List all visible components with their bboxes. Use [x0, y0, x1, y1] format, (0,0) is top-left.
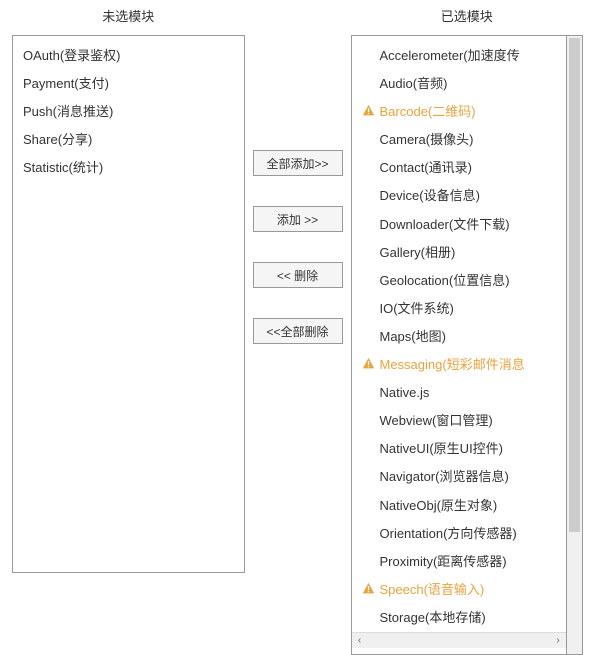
- list-item-label: IO(文件系统): [380, 301, 454, 316]
- list-item-label: Gallery(相册): [380, 245, 456, 260]
- list-item-label: Navigator(浏览器信息): [380, 469, 509, 484]
- list-item[interactable]: Audio(音频): [352, 70, 567, 98]
- selected-listbox[interactable]: Accelerometer(加速度传 Audio(音频) Barcode(二维码) C…: [351, 35, 568, 655]
- unselected-title: 未选模块: [12, 0, 245, 35]
- list-item-label: Share(分享): [23, 132, 92, 147]
- list-item-label: Accelerometer(加速度传: [380, 48, 520, 63]
- list-item[interactable]: Downloader(文件下载): [352, 211, 567, 239]
- selected-title: 已选模块: [351, 0, 584, 35]
- list-item[interactable]: IO(文件系统): [352, 295, 567, 323]
- list-item[interactable]: Device(设备信息): [352, 182, 567, 210]
- list-item-label: Audio(音频): [380, 76, 448, 91]
- list-item-label: Camera(摄像头): [380, 132, 474, 147]
- list-item[interactable]: Storage(本地存储): [352, 604, 567, 632]
- list-item[interactable]: Maps(地图): [352, 323, 567, 351]
- scroll-right-icon[interactable]: ›: [550, 632, 566, 648]
- list-item[interactable]: Proximity(距离传感器): [352, 548, 567, 576]
- list-item-label: Payment(支付): [23, 76, 109, 91]
- list-item[interactable]: Gallery(相册): [352, 239, 567, 267]
- warning-icon: [362, 582, 375, 595]
- list-item-label: Webview(窗口管理): [380, 413, 493, 428]
- list-item[interactable]: Contact(通讯录): [352, 154, 567, 182]
- add-button[interactable]: 添加 >>: [253, 206, 343, 232]
- unselected-panel: 未选模块 OAuth(登录鉴权) Payment(支付) Push(消息推送) Sha…: [12, 0, 245, 585]
- list-item[interactable]: Geolocation(位置信息): [352, 267, 567, 295]
- remove-all-button[interactable]: <<全部删除: [253, 318, 343, 344]
- list-item-label: Device(设备信息): [380, 188, 480, 203]
- list-item[interactable]: Accelerometer(加速度传: [352, 42, 567, 70]
- list-item[interactable]: Camera(摄像头): [352, 126, 567, 154]
- list-item-label: NativeObj(原生对象): [380, 498, 498, 513]
- list-item-label: Orientation(方向传感器): [380, 526, 517, 541]
- warning-icon: [362, 104, 375, 117]
- list-item[interactable]: Share(分享): [13, 126, 244, 154]
- list-item-label: Downloader(文件下载): [380, 217, 510, 232]
- list-item-label: OAuth(登录鉴权): [23, 48, 121, 63]
- list-item[interactable]: Barcode(二维码): [352, 98, 567, 126]
- horizontal-scrollbar[interactable]: ‹›: [352, 632, 567, 648]
- scroll-left-icon[interactable]: ‹: [352, 632, 368, 648]
- list-item[interactable]: Push(消息推送): [13, 98, 244, 126]
- list-item[interactable]: Orientation(方向传感器): [352, 520, 567, 548]
- list-item-label: Native.js: [380, 385, 430, 400]
- list-item-label: Speech(语音输入): [380, 582, 485, 597]
- list-item-label: Push(消息推送): [23, 104, 113, 119]
- warning-icon: [362, 357, 375, 370]
- list-item[interactable]: Webview(窗口管理): [352, 407, 567, 435]
- list-item[interactable]: Messaging(短彩邮件消息: [352, 351, 567, 379]
- list-item-label: Geolocation(位置信息): [380, 273, 510, 288]
- list-item-label: Maps(地图): [380, 329, 446, 344]
- list-item-label: Messaging(短彩邮件消息: [380, 357, 525, 372]
- list-item[interactable]: Native.js: [352, 379, 567, 407]
- list-item-label: Storage(本地存储): [380, 610, 486, 625]
- list-item-label: NativeUI(原生UI控件): [380, 441, 504, 456]
- list-item[interactable]: Speech(语音输入): [352, 576, 567, 604]
- list-item-label: Proximity(距离传感器): [380, 554, 507, 569]
- list-item-label: Statistic(统计): [23, 160, 103, 175]
- add-all-button[interactable]: 全部添加>>: [253, 150, 343, 176]
- list-item[interactable]: NativeUI(原生UI控件): [352, 435, 567, 463]
- selected-panel: 已选模块 Accelerometer(加速度传 Audio(音频) Barcode(…: [351, 0, 584, 585]
- transfer-buttons: 全部添加>> 添加 >> << 删除 <<全部删除: [253, 0, 343, 585]
- unselected-listbox[interactable]: OAuth(登录鉴权) Payment(支付) Push(消息推送) Share(分享…: [12, 35, 245, 573]
- list-item-label: Contact(通讯录): [380, 160, 472, 175]
- list-item[interactable]: Statistic(统计): [13, 154, 244, 182]
- list-item-label: Barcode(二维码): [380, 104, 476, 119]
- remove-button[interactable]: << 删除: [253, 262, 343, 288]
- list-item[interactable]: NativeObj(原生对象): [352, 492, 567, 520]
- vertical-scrollbar[interactable]: [567, 35, 583, 655]
- list-item[interactable]: Navigator(浏览器信息): [352, 463, 567, 491]
- list-item[interactable]: Payment(支付): [13, 70, 244, 98]
- scrollbar-thumb[interactable]: [569, 38, 580, 532]
- list-item[interactable]: OAuth(登录鉴权): [13, 42, 244, 70]
